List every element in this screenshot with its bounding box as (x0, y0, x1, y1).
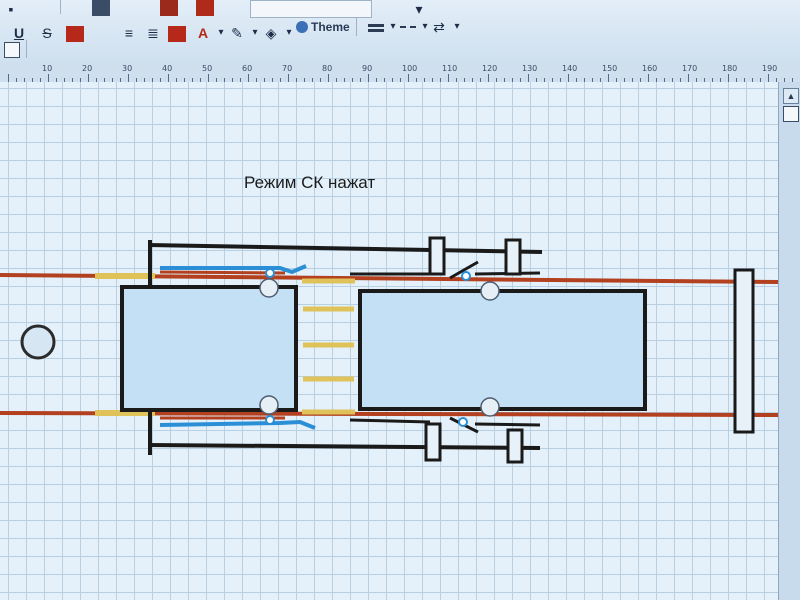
connection-point-1[interactable] (259, 278, 279, 298)
ruler-tick (48, 74, 49, 82)
ruler-label: 160 (642, 64, 658, 73)
connector-icon[interactable]: ⇄ (430, 18, 448, 36)
ruler-tick (768, 74, 769, 82)
chevron-down-icon: ▾ (286, 27, 292, 38)
selection-handle-3[interactable] (461, 271, 471, 281)
ruler-label: 10 (42, 64, 53, 73)
ruler-tick (688, 74, 689, 82)
left-box[interactable] (120, 285, 298, 412)
bottom-blue-line[interactable] (159, 419, 316, 430)
ruler-label: 70 (282, 64, 293, 73)
ruler-label: 110 (442, 64, 458, 73)
connection-point-3[interactable] (480, 281, 500, 301)
theme-icon (296, 21, 308, 33)
horizontal-ruler: 10 20 30 40 50 60 70 80 90 100 110 120 130 140 150 160 1… (0, 62, 800, 83)
chevron-down-icon: ▾ (218, 27, 224, 38)
right-box[interactable] (358, 289, 647, 411)
ruler-label: 50 (202, 64, 213, 73)
selection-handle-2[interactable] (265, 415, 275, 425)
bottom-inner-line[interactable] (349, 418, 431, 424)
toolbar-button-partial[interactable] (92, 0, 110, 16)
chevron-down-icon: ▾ (454, 21, 460, 32)
theme-button[interactable]: Theme (292, 16, 354, 38)
dash-style-icon[interactable] (400, 26, 416, 30)
page-icon[interactable] (4, 42, 20, 58)
ruler-tick (88, 74, 89, 82)
ruler-tick (488, 74, 489, 82)
ruler-tick (328, 74, 329, 82)
color-swatch-dark-red[interactable] (160, 0, 178, 16)
chevron-down-icon: ▾ (390, 21, 396, 32)
ruler-tick (728, 74, 729, 82)
ruler-tick (608, 74, 609, 82)
separator (356, 18, 357, 36)
switch-post-3[interactable] (424, 422, 442, 462)
theme-label: Theme (311, 20, 350, 34)
ruler-tick (408, 74, 409, 82)
ruler-label: 90 (362, 64, 373, 73)
switch-post-4[interactable] (506, 428, 524, 464)
ruler-tick (248, 74, 249, 82)
ruler-label: 180 (722, 64, 738, 73)
connection-point-2[interactable] (259, 395, 279, 415)
ruler-label: 100 (402, 64, 418, 73)
ruler-label: 40 (162, 64, 173, 73)
separator (26, 40, 27, 58)
mode-status-text: Режим СК нажат (244, 173, 376, 192)
separator (60, 0, 61, 14)
scroll-up-arrow[interactable]: ▲ (783, 88, 799, 104)
button-partial-1[interactable]: ▪ (2, 0, 20, 18)
ruler-tick (128, 74, 129, 82)
vertical-scrollbar[interactable]: ▲ (778, 82, 800, 600)
ruler-label: 140 (562, 64, 578, 73)
ruler-tick (528, 74, 529, 82)
left-circle-shape[interactable] (20, 324, 56, 360)
chevron-down-icon: ▾ (422, 21, 428, 32)
ruler-label: 120 (482, 64, 498, 73)
ruler-label: 60 (242, 64, 253, 73)
diagram (0, 236, 778, 464)
ruler-tick (568, 74, 569, 82)
connection-point-4[interactable] (480, 397, 500, 417)
ruler-label: 170 (682, 64, 698, 73)
line-weight-icon-2 (368, 29, 384, 32)
ruler-tick (288, 74, 289, 82)
toolbar-row-bottom (0, 38, 800, 60)
ruler-tick (208, 74, 209, 82)
switch-post-1[interactable] (428, 236, 446, 276)
ruler-label: 80 (322, 64, 333, 73)
bottom-inner-line-right[interactable] (474, 422, 541, 427)
ruler-tick (448, 74, 449, 82)
ruler-label: 190 (762, 64, 778, 73)
selection-handle-1[interactable] (265, 268, 275, 278)
top-frame-line[interactable] (147, 243, 543, 254)
color-swatch-red[interactable] (196, 0, 214, 16)
dropdown-partial[interactable]: ▾ (410, 0, 428, 18)
right-end-post[interactable] (733, 268, 755, 434)
selection-handle-4[interactable] (458, 417, 468, 427)
ruler-label: 150 (602, 64, 618, 73)
line-weight-icon[interactable] (368, 24, 384, 27)
ruler-tick (8, 74, 9, 82)
ruler-tick (368, 74, 369, 82)
switch-post-2[interactable] (504, 238, 522, 276)
ruler-label: 30 (122, 64, 133, 73)
chevron-down-icon: ▾ (252, 27, 258, 38)
toolbar: ▪ ▾ U S ≡ ≣ A ▾ ✎ ▾ ◈ ▾ Theme ▾ ▾ ⇄ ▾ (0, 0, 800, 62)
toolbar-row-top: ▪ ▾ (0, 0, 800, 20)
ruler-tick (648, 74, 649, 82)
page-icon[interactable] (783, 106, 799, 122)
ruler-label: 130 (522, 64, 538, 73)
ruler-tick (168, 74, 169, 82)
connector-dropdown[interactable]: ▾ (448, 18, 466, 36)
bottom-frame-line[interactable] (147, 443, 541, 450)
ruler-label: 20 (82, 64, 93, 73)
